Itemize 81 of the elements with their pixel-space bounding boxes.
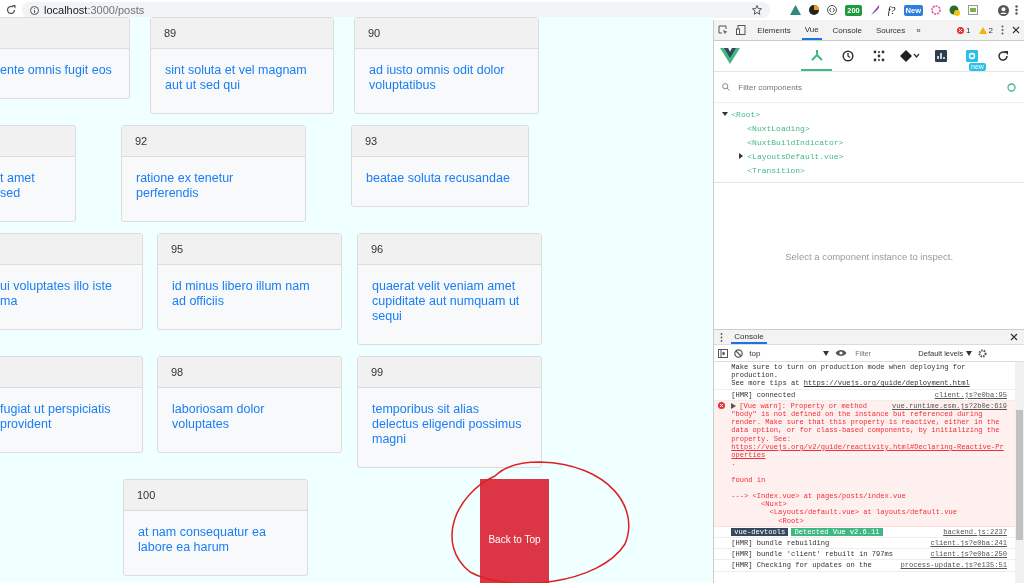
flower-icon[interactable]	[931, 5, 941, 15]
menu-icon[interactable]	[720, 332, 724, 342]
post-title[interactable]: ente omnis fugit eos	[0, 63, 112, 78]
settings-icon[interactable]	[978, 348, 988, 358]
post-number: 100	[137, 489, 156, 501]
devtools-tab[interactable]: Sources	[872, 20, 909, 40]
post-title[interactable]: sint soluta et vel magnam aut ut sed qui	[165, 63, 316, 93]
error-icon	[718, 401, 726, 409]
warning-count[interactable]: 2	[988, 25, 993, 35]
post-title[interactable]: laboriosam dolor voluptates	[172, 402, 324, 432]
tree-icon	[810, 49, 823, 61]
reload-icon[interactable]	[6, 5, 16, 15]
post-number: 93	[365, 135, 378, 147]
collapsed-arrow-icon[interactable]	[738, 153, 745, 159]
code-icon[interactable]	[827, 5, 838, 15]
error-icon	[957, 26, 965, 34]
component-node[interactable]: <NuxtBuildIndicator>	[747, 137, 844, 147]
warning-icon	[978, 26, 987, 34]
feather-icon[interactable]	[869, 5, 880, 15]
post-title[interactable]: t amet sed	[0, 171, 58, 201]
disc-icon[interactable]	[809, 5, 820, 15]
context-select[interactable]: top	[749, 348, 830, 358]
more-tabs[interactable]: »	[916, 25, 921, 35]
error-count[interactable]: 1	[966, 25, 971, 35]
triangle-icon[interactable]	[790, 5, 802, 15]
menu-icon[interactable]	[1001, 25, 1004, 35]
post-number: 95	[171, 243, 184, 255]
post-number: 92	[135, 135, 148, 147]
chart-icon	[934, 50, 947, 62]
caret-icon	[966, 350, 973, 356]
address-bar[interactable]: localhost:3000/posts	[22, 2, 771, 18]
expand-arrow-icon[interactable]	[731, 402, 737, 409]
history-icon	[841, 50, 854, 62]
dots-icon	[872, 50, 885, 62]
inspect-icon[interactable]	[718, 25, 729, 35]
drawer-tab[interactable]: Console	[731, 330, 767, 344]
menu-icon[interactable]	[1015, 5, 1018, 15]
gear-icon	[965, 50, 978, 62]
empty-hint: Select a component instance to inspect.	[785, 250, 954, 262]
post-title[interactable]: ui voluptates illo iste ma	[0, 279, 125, 309]
eye-icon[interactable]	[835, 349, 848, 357]
post-title[interactable]: ad iusto omnis odit dolor voluptatibus	[369, 63, 521, 93]
devtools-tab[interactable]: Console	[829, 20, 865, 40]
post-title[interactable]: id minus libero illum nam ad officiis	[172, 279, 324, 309]
sheet-icon[interactable]	[968, 5, 978, 15]
route-icon	[899, 50, 920, 62]
sidebar-icon[interactable]	[718, 348, 729, 358]
post-number: 98	[171, 366, 184, 378]
devtools-tab[interactable]: Elements	[754, 20, 794, 40]
device-icon[interactable]	[736, 25, 747, 35]
search-icon	[722, 83, 731, 91]
filter-field[interactable]: Filter components	[736, 81, 981, 93]
post-number: 99	[371, 366, 384, 378]
logo-icon	[720, 48, 741, 64]
component-node[interactable]: <LayoutsDefault.vue>	[747, 151, 844, 161]
post-title[interactable]: temporibus sit alias delectus eligendi possimus magni	[372, 402, 524, 447]
component-node[interactable]: <Transition>	[747, 165, 805, 175]
avatar-icon[interactable]	[998, 4, 1009, 16]
post-title[interactable]: fugiat ut perspiciatis provident	[0, 402, 125, 432]
clear-icon[interactable]	[734, 348, 744, 358]
component-node[interactable]: <NuxtLoading>	[747, 123, 810, 133]
extension-icon[interactable]: f?	[887, 4, 896, 16]
refresh-icon	[996, 50, 1009, 62]
scrollbar[interactable]	[1015, 362, 1024, 583]
post-title[interactable]: beatae soluta recusandae	[366, 171, 511, 186]
close-icon[interactable]	[1012, 26, 1020, 34]
post-number: 89	[164, 27, 177, 39]
devtools-tab[interactable]: Vue	[801, 20, 822, 40]
caret-icon	[823, 350, 830, 356]
post-title[interactable]: at nam consequatur ea labore ea harum	[138, 525, 290, 555]
back-to-top-button[interactable]: Back to Top	[480, 479, 549, 583]
post-number: 96	[371, 243, 384, 255]
component-node[interactable]: <Root>	[731, 109, 761, 119]
close-icon[interactable]	[1010, 333, 1018, 341]
post-number: 90	[368, 27, 381, 39]
post-title[interactable]: ratione ex tenetur perferendis	[136, 171, 288, 201]
expanded-arrow-icon[interactable]	[722, 111, 729, 117]
globe-icon[interactable]	[949, 4, 960, 16]
post-title[interactable]: quaerat velit veniam amet cupiditate aut numquam ut sequi	[372, 279, 524, 324]
star-icon[interactable]	[752, 5, 763, 15]
info-icon	[30, 5, 39, 15]
